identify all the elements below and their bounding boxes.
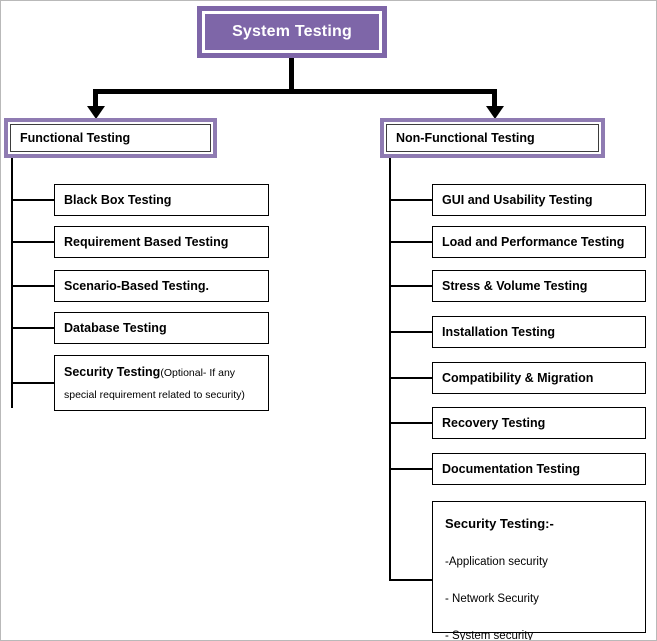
security-details-item: -Application security [445,556,548,568]
connector-right-elbow-2 [389,241,434,243]
leaf-label: Compatibility & Migration [442,371,594,385]
connector-left-elbow-3 [11,285,56,287]
leaf-security-testing-details[interactable]: Security Testing:- -Application security… [432,501,646,640]
connector-right-elbow-1 [389,199,434,201]
connector-left-elbow-2 [11,241,56,243]
connector-right-elbow-8 [389,579,434,581]
leaf-load-and-performance-testing[interactable]: Load and Performance Testing [432,226,646,258]
leaf-gui-and-usability-testing[interactable]: GUI and Usability Testing [432,184,646,216]
connector-right-elbow-7 [389,468,434,470]
leaf-label: Installation Testing [442,325,555,339]
connector-left-spine [11,158,13,408]
leaf-label: Requirement Based Testing [64,235,229,249]
connector-root-bus [93,89,497,94]
leaf-label: Black Box Testing [64,193,172,207]
leaf-recovery-testing[interactable]: Recovery Testing [432,407,646,439]
leaf-black-box-testing[interactable]: Black Box Testing [54,184,269,216]
connector-right-elbow-3 [389,285,434,287]
branch-node-functional-inner: Functional Testing [8,122,213,154]
root-node-inner-frame: System Testing [202,11,382,53]
diagram-canvas: System Testing Functional Testing Non-Fu… [0,0,657,641]
leaf-scenario-based-testing[interactable]: Scenario-Based Testing. [54,270,269,302]
branch-node-functional-testing[interactable]: Functional Testing [4,118,217,158]
connector-left-elbow-4 [11,327,56,329]
security-details-item-row: - System security [433,607,645,641]
leaf-installation-testing[interactable]: Installation Testing [432,316,646,348]
security-details-heading-row: Security Testing:- [433,502,645,533]
leaf-compatibility-and-migration[interactable]: Compatibility & Migration [432,362,646,394]
security-details-heading: Security Testing:- [445,516,554,531]
leaf-database-testing[interactable]: Database Testing [54,312,269,344]
root-node-label: System Testing [232,23,352,40]
leaf-security-heading: Security Testing [64,365,161,379]
connector-left-elbow-5 [11,382,56,384]
leaf-label: Database Testing [64,321,167,335]
connector-root-stem [289,58,294,91]
leaf-label: Recovery Testing [442,416,546,430]
branch-node-non-functional-frame: Non-Functional Testing [386,124,599,152]
connector-right-elbow-5 [389,377,434,379]
connector-right-elbow-4 [389,331,434,333]
branch-node-functional-label: Functional Testing [20,131,131,145]
leaf-label: Stress & Volume Testing [442,279,588,293]
security-details-item: - Network Security [445,593,539,605]
leaf-label: GUI and Usability Testing [442,193,593,207]
leaf-security-note-part-1: (Optional- If any [160,367,236,379]
connector-left-elbow-1 [11,199,56,201]
leaf-label: Scenario-Based Testing. [64,279,209,293]
security-details-item-row: - Network Security [433,570,645,607]
leaf-label: Load and Performance Testing [442,235,625,249]
branch-node-functional-frame: Functional Testing [10,124,211,152]
branch-node-non-functional-inner: Non-Functional Testing [384,122,601,154]
security-details-item-row: -Application security [433,533,645,570]
branch-node-non-functional-label: Non-Functional Testing [396,131,535,145]
leaf-security-line-2: special requirement related to security) [55,381,268,403]
branch-node-non-functional-testing[interactable]: Non-Functional Testing [380,118,605,158]
leaf-security-note-part-2: special requirement related to security) [64,389,245,401]
security-details-item: - System security [445,630,534,641]
leaf-label: Documentation Testing [442,462,580,476]
root-node-system-testing[interactable]: System Testing [197,6,387,58]
leaf-security-line-1: Security Testing(Optional- If any [55,356,268,381]
leaf-documentation-testing[interactable]: Documentation Testing [432,453,646,485]
connector-right-spine [389,158,391,581]
connector-right-elbow-6 [389,422,434,424]
leaf-security-testing-optional[interactable]: Security Testing(Optional- If any specia… [54,355,269,411]
leaf-stress-and-volume-testing[interactable]: Stress & Volume Testing [432,270,646,302]
leaf-requirement-based-testing[interactable]: Requirement Based Testing [54,226,269,258]
